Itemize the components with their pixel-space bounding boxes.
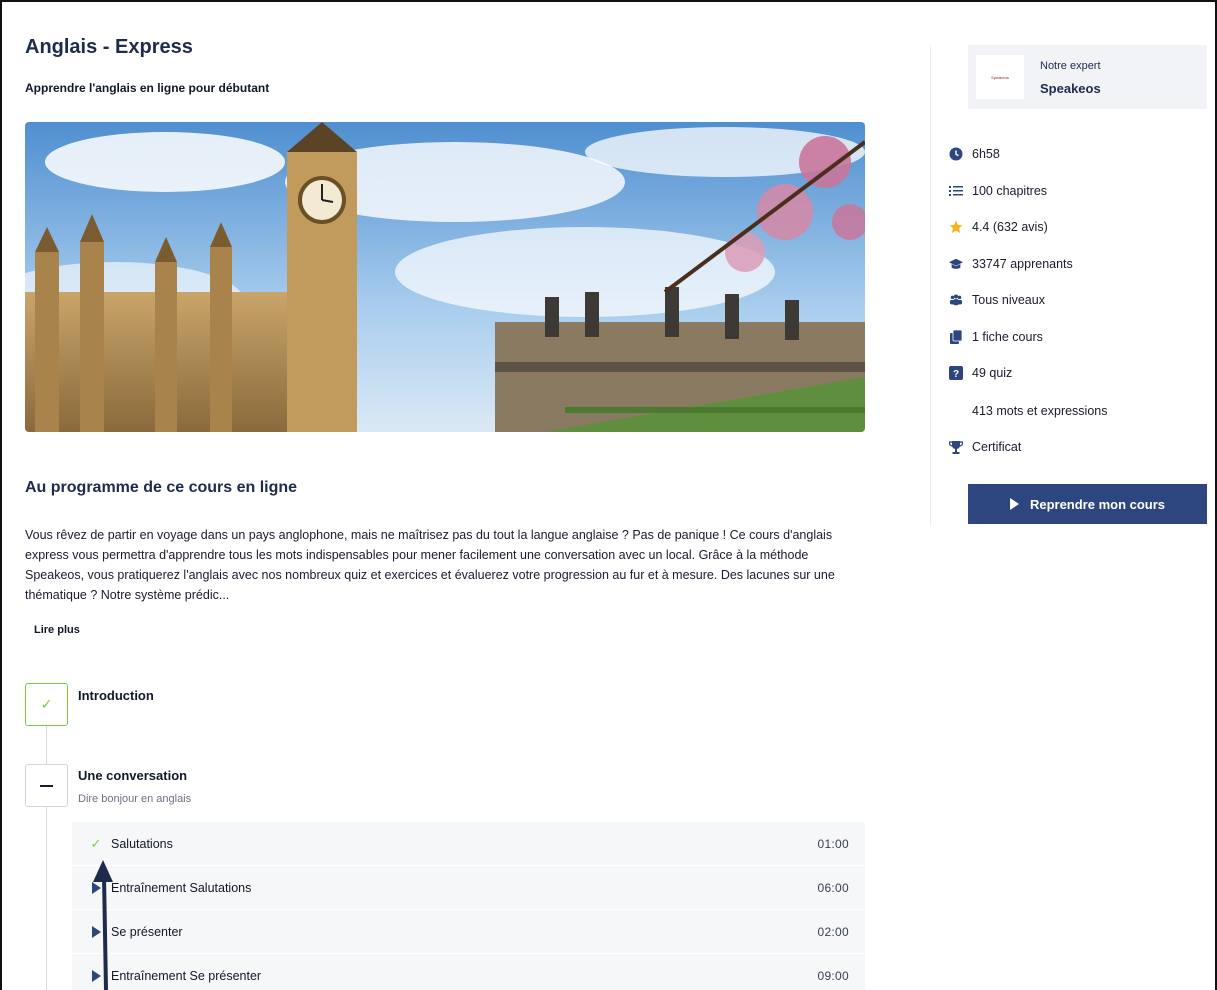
document-icon: [949, 330, 963, 344]
check-icon: ✓: [90, 835, 102, 851]
expert-label: Notre expert: [1040, 60, 1101, 72]
chapter-subtitle: Dire bonjour en anglais: [78, 793, 192, 805]
resume-course-label: Reprendre mon cours: [1029, 496, 1166, 512]
stat-rating: 4.4 (632 avis): [949, 218, 1048, 236]
question-icon: ?: [949, 366, 963, 380]
minus-icon: [40, 784, 53, 787]
stat-text: 4.4 (632 avis): [972, 220, 1048, 234]
expert-card[interactable]: Speakeos Notre expert Speakeos: [968, 45, 1207, 109]
stat-duration: 6h58: [949, 145, 1000, 163]
lesson-duration: 01:00: [817, 836, 849, 851]
stat-text: 49 quiz: [972, 366, 1013, 380]
lesson-duration: 06:00: [817, 880, 849, 895]
svg-text:?: ?: [953, 369, 959, 380]
chapter-title-conversation[interactable]: Une conversation: [78, 768, 187, 783]
stat-learners: 33747 apprenants: [949, 255, 1073, 273]
stat-vocabulary: 413 mots et expressions: [949, 402, 1108, 420]
stat-text: 33747 apprenants: [972, 257, 1073, 271]
stat-text: Certificat: [972, 440, 1022, 454]
graduation-cap-icon: [949, 257, 963, 271]
check-icon: ✓: [40, 696, 53, 712]
star-icon: [949, 220, 963, 234]
play-icon: [1009, 498, 1019, 510]
stat-text: 100 chapitres: [972, 184, 1048, 198]
stat-text: 1 fiche cours: [972, 330, 1043, 344]
users-icon: [949, 293, 963, 307]
trophy-icon: [949, 440, 963, 454]
clock-icon: [949, 147, 963, 161]
lesson-item[interactable]: ✓ Salutations 01:00: [72, 822, 865, 866]
stat-text: Tous niveaux: [972, 293, 1045, 307]
lesson-label: Entraînement Salutations: [111, 880, 252, 895]
lesson-label: Se présenter: [111, 924, 183, 939]
stat-text: 413 mots et expressions: [972, 404, 1108, 418]
list-icon: [949, 184, 963, 198]
resume-course-button[interactable]: Reprendre mon cours: [968, 484, 1207, 524]
lesson-list: ✓ Salutations 01:00 Entraînement Salutat…: [72, 822, 865, 990]
annotation-arrow: [93, 860, 113, 990]
lesson-item[interactable]: Entraînement Se présenter 09:00: [72, 954, 865, 990]
expert-logo: Speakeos: [976, 55, 1024, 99]
lesson-label: Salutations: [111, 836, 173, 851]
lesson-item[interactable]: Entraînement Salutations 06:00: [72, 866, 865, 910]
blank-icon: [949, 404, 963, 418]
program-title: Au programme de ce cours en ligne: [25, 479, 298, 496]
chapter-collapse-toggle[interactable]: [25, 764, 68, 807]
expert-logo-text: Speakeos: [991, 74, 1009, 80]
stat-course-sheet: 1 fiche cours: [949, 328, 1043, 346]
sidebar-divider: [930, 46, 931, 526]
course-description: Vous rêvez de partir en voyage dans un p…: [25, 528, 835, 602]
lesson-label: Entraînement Se présenter: [111, 968, 262, 983]
stat-chapters: 100 chapitres: [949, 182, 1047, 200]
course-subtitle: Apprendre l'anglais en ligne pour débuta…: [25, 81, 270, 95]
lesson-duration: 09:00: [817, 968, 849, 983]
stat-quiz: ? 49 quiz: [949, 364, 1012, 382]
expert-name: Speakeos: [1040, 81, 1101, 96]
stat-certificate: Certificat: [949, 438, 1021, 456]
lesson-duration: 02:00: [817, 924, 849, 939]
read-more-link[interactable]: Lire plus: [34, 624, 80, 636]
course-hero-image: [25, 122, 865, 432]
stat-level: Tous niveaux: [949, 291, 1045, 309]
stat-text: 6h58: [972, 147, 1000, 161]
chapter-title-introduction[interactable]: Introduction: [78, 688, 154, 703]
course-title: Anglais - Express: [25, 36, 193, 58]
chapter-status-completed[interactable]: ✓: [25, 683, 68, 726]
lesson-item[interactable]: Se présenter 02:00: [72, 910, 865, 954]
